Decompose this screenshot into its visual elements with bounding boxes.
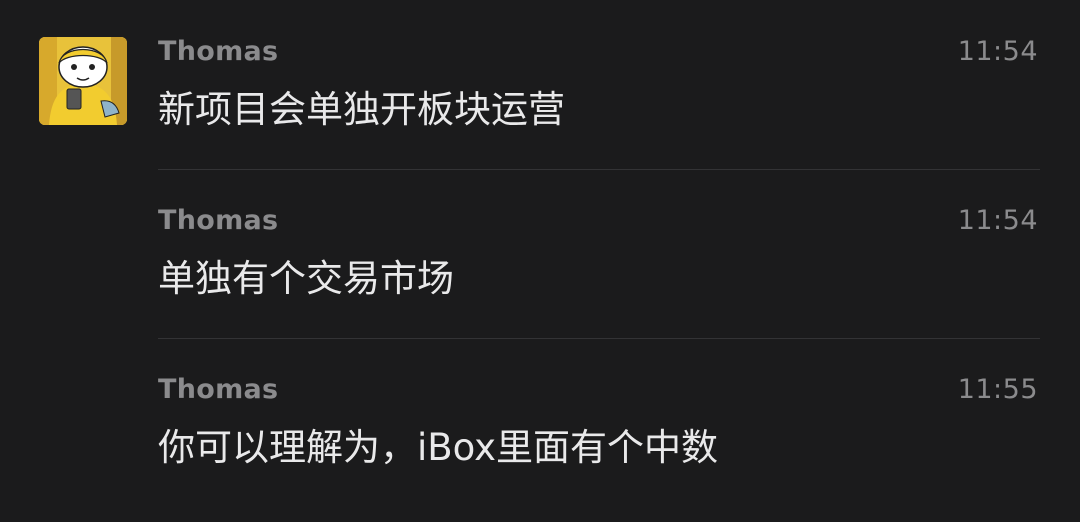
message-time: 11:54	[957, 36, 1038, 67]
message-sender[interactable]: Thomas	[158, 205, 278, 237]
message-text[interactable]: 你可以理解为，iBox里面有个中数	[158, 424, 718, 472]
message-text[interactable]: 新项目会单独开板块运营	[158, 86, 565, 134]
message-time: 11:54	[957, 205, 1038, 236]
message-divider	[158, 169, 1040, 170]
cartoon-avatar-icon	[39, 37, 127, 125]
message-sender[interactable]: Thomas	[158, 374, 278, 406]
message-text[interactable]: 单独有个交易市场	[158, 255, 454, 303]
message-sender[interactable]: Thomas	[158, 36, 278, 68]
sender-avatar[interactable]	[39, 37, 127, 125]
message-divider	[158, 338, 1040, 339]
message-time: 11:55	[957, 374, 1038, 405]
chat-message-list: Thomas 11:54 新项目会单独开板块运营 Thomas 11:54 单独…	[0, 0, 1080, 522]
